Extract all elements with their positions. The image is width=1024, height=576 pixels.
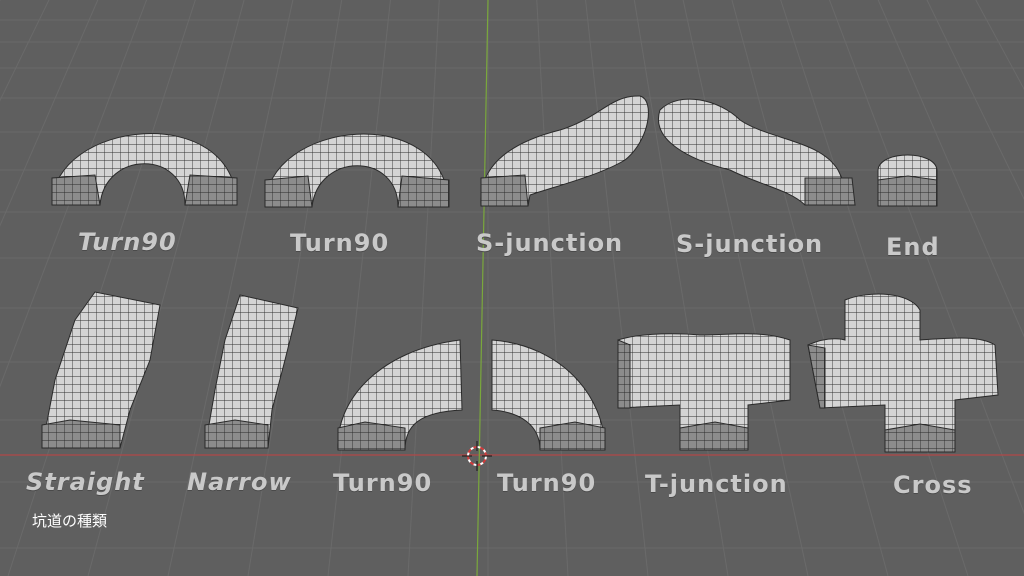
mesh-t-junction	[617, 333, 791, 451]
label-cross: Cross	[893, 471, 973, 499]
label-t-junction: T-junction	[645, 470, 788, 498]
label-end: End	[886, 233, 940, 261]
grid-line	[975, 0, 1024, 90]
mesh-end	[877, 154, 938, 207]
mesh-turn90-b	[264, 133, 450, 208]
mesh-turn90-c	[337, 339, 463, 451]
mesh-s-junction-b	[657, 98, 856, 206]
label-s-junction-1: S-junction	[476, 229, 624, 257]
3d-cursor-icon[interactable]	[462, 441, 492, 471]
label-s-junction-2: S-junction	[676, 230, 824, 258]
mesh-cross	[807, 293, 999, 453]
mesh-s-junction-a	[480, 95, 649, 207]
3d-viewport[interactable]: Turn90 Turn90 S-junction S-junction End …	[0, 0, 1024, 576]
mesh-narrow	[204, 294, 299, 449]
mesh-turn90-a	[51, 133, 238, 206]
label-turn90-4: Turn90	[497, 469, 597, 497]
label-turn90-1: Turn90	[78, 228, 177, 256]
label-turn90-2: Turn90	[290, 229, 390, 257]
y-axis-line	[476, 0, 489, 576]
label-narrow: Narrow	[187, 468, 292, 496]
label-straight: Straight	[26, 468, 145, 496]
mesh-turn90-d	[491, 339, 606, 451]
caption-tunnel-types: 坑道の種類	[32, 512, 108, 530]
mesh-straight	[41, 291, 161, 449]
label-turn90-3: Turn90	[333, 469, 433, 497]
